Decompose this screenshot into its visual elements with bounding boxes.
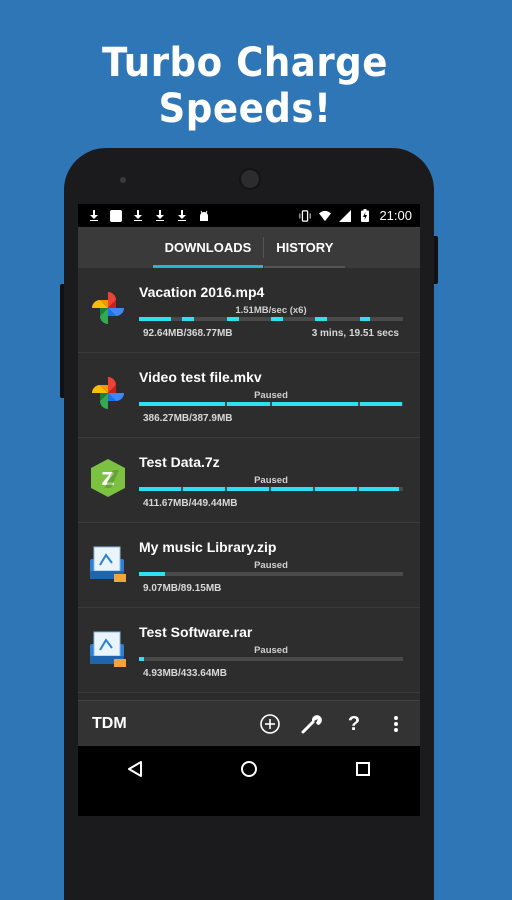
bottom-action-bar: TDM ?: [78, 700, 420, 747]
file-size-progress: 386.27MB/387.9MB: [143, 413, 233, 424]
status-bar: 21:00: [78, 204, 420, 227]
zarchiver-icon: Z: [86, 456, 130, 500]
download-item[interactable]: My music Library.zip Paused 9.07MB/89.15…: [78, 523, 420, 608]
back-button[interactable]: [120, 758, 150, 780]
progress-segment: [182, 317, 194, 321]
file-name: Vacation 2016.mp4: [139, 284, 265, 300]
progress-segment: [227, 317, 239, 321]
download-status: Paused: [254, 645, 288, 656]
app-notification-icon: [110, 209, 122, 222]
progress-bar: [139, 657, 403, 661]
progress-segment: [139, 487, 181, 491]
archive-box-icon: [86, 626, 130, 670]
download-notification-icon: [132, 210, 144, 222]
recents-square-icon: [356, 762, 370, 776]
progress-segment: [359, 487, 399, 491]
home-button[interactable]: [234, 758, 264, 780]
overflow-menu-button[interactable]: [384, 712, 408, 736]
download-status: Paused: [254, 390, 288, 401]
file-name: Test Software.rar: [139, 624, 253, 640]
wifi-icon: [319, 210, 332, 222]
clock: 21:00: [379, 208, 412, 223]
app-name: TDM: [92, 715, 127, 732]
photos-pinwheel-icon: [86, 286, 130, 330]
download-notification-icon: [88, 210, 100, 222]
file-size-progress: 411.67MB/449.44MB: [143, 498, 238, 509]
front-camera: [239, 168, 261, 190]
settings-button[interactable]: [300, 712, 324, 736]
home-circle-icon: [241, 761, 257, 777]
progress-segment: [360, 317, 370, 321]
more-vertical-icon: [394, 716, 398, 732]
download-status: Paused: [254, 560, 288, 571]
download-item[interactable]: Video test file.mkv Paused 386.27MB/387.…: [78, 353, 420, 438]
help-button[interactable]: ?: [342, 712, 366, 736]
add-circle-icon: [260, 714, 280, 734]
progress-segment: [227, 402, 270, 406]
tab-history[interactable]: HISTORY: [264, 227, 346, 268]
archive-box-icon: [86, 541, 130, 585]
android-debug-icon: [198, 210, 210, 222]
progress-segment: [271, 487, 313, 491]
add-download-button[interactable]: [258, 712, 282, 736]
download-item[interactable]: Test Software.rar Paused 4.93MB/433.64MB: [78, 608, 420, 693]
help-icon: ?: [347, 712, 361, 735]
progress-segment: [139, 317, 171, 321]
progress-segment: [139, 657, 144, 661]
vibrate-icon: [299, 209, 312, 222]
download-item[interactable]: Z Test Data.7z Paused 411.67MB/449.44MB: [78, 438, 420, 523]
progress-segment: [271, 317, 283, 321]
progress-segment: [227, 487, 269, 491]
tab-bar: DOWNLOADS HISTORY: [78, 227, 420, 268]
progress-segment: [315, 317, 327, 321]
back-triangle-icon: [128, 761, 142, 777]
download-status: 1.51MB/sec (x6): [235, 305, 307, 316]
wrench-icon: [301, 715, 322, 734]
recents-button[interactable]: [348, 758, 378, 780]
file-size-progress: 9.07MB/89.15MB: [143, 583, 222, 594]
headline: Turbo Charge Speeds!: [102, 40, 388, 132]
tab-downloads[interactable]: DOWNLOADS: [152, 227, 264, 268]
system-nav-bar: [78, 746, 420, 816]
file-name: My music Library.zip: [139, 539, 277, 555]
battery-charging-icon: [359, 209, 371, 222]
progress-segment: [183, 487, 225, 491]
download-notification-icon: [176, 210, 188, 222]
progress-segment: [272, 402, 358, 406]
time-remaining: 3 mins, 19.51 secs: [311, 328, 399, 339]
progress-segment: [139, 402, 225, 406]
phone-screen: 21:00 DOWNLOADS HISTORY Vacation 2016.mp…: [78, 204, 420, 816]
progress-segment: [139, 572, 165, 576]
proximity-sensor: [120, 177, 126, 183]
progress-bar: [139, 402, 403, 406]
progress-segment: [360, 402, 402, 406]
signal-icon: [339, 209, 352, 222]
file-size-progress: 4.93MB/433.64MB: [143, 668, 227, 679]
progress-segment: [315, 487, 357, 491]
download-notification-icon: [154, 210, 166, 222]
progress-bar: [139, 572, 403, 576]
download-status: Paused: [254, 475, 288, 486]
progress-bar: [139, 487, 403, 491]
file-name: Test Data.7z: [139, 454, 220, 470]
progress-bar: [139, 317, 403, 321]
photos-pinwheel-icon: [86, 371, 130, 415]
download-list: Vacation 2016.mp4 1.51MB/sec (x6) 92.64M…: [78, 268, 420, 693]
file-size-progress: 92.64MB/368.77MB: [143, 328, 233, 339]
download-item[interactable]: Vacation 2016.mp4 1.51MB/sec (x6) 92.64M…: [78, 268, 420, 353]
file-name: Video test file.mkv: [139, 369, 262, 385]
